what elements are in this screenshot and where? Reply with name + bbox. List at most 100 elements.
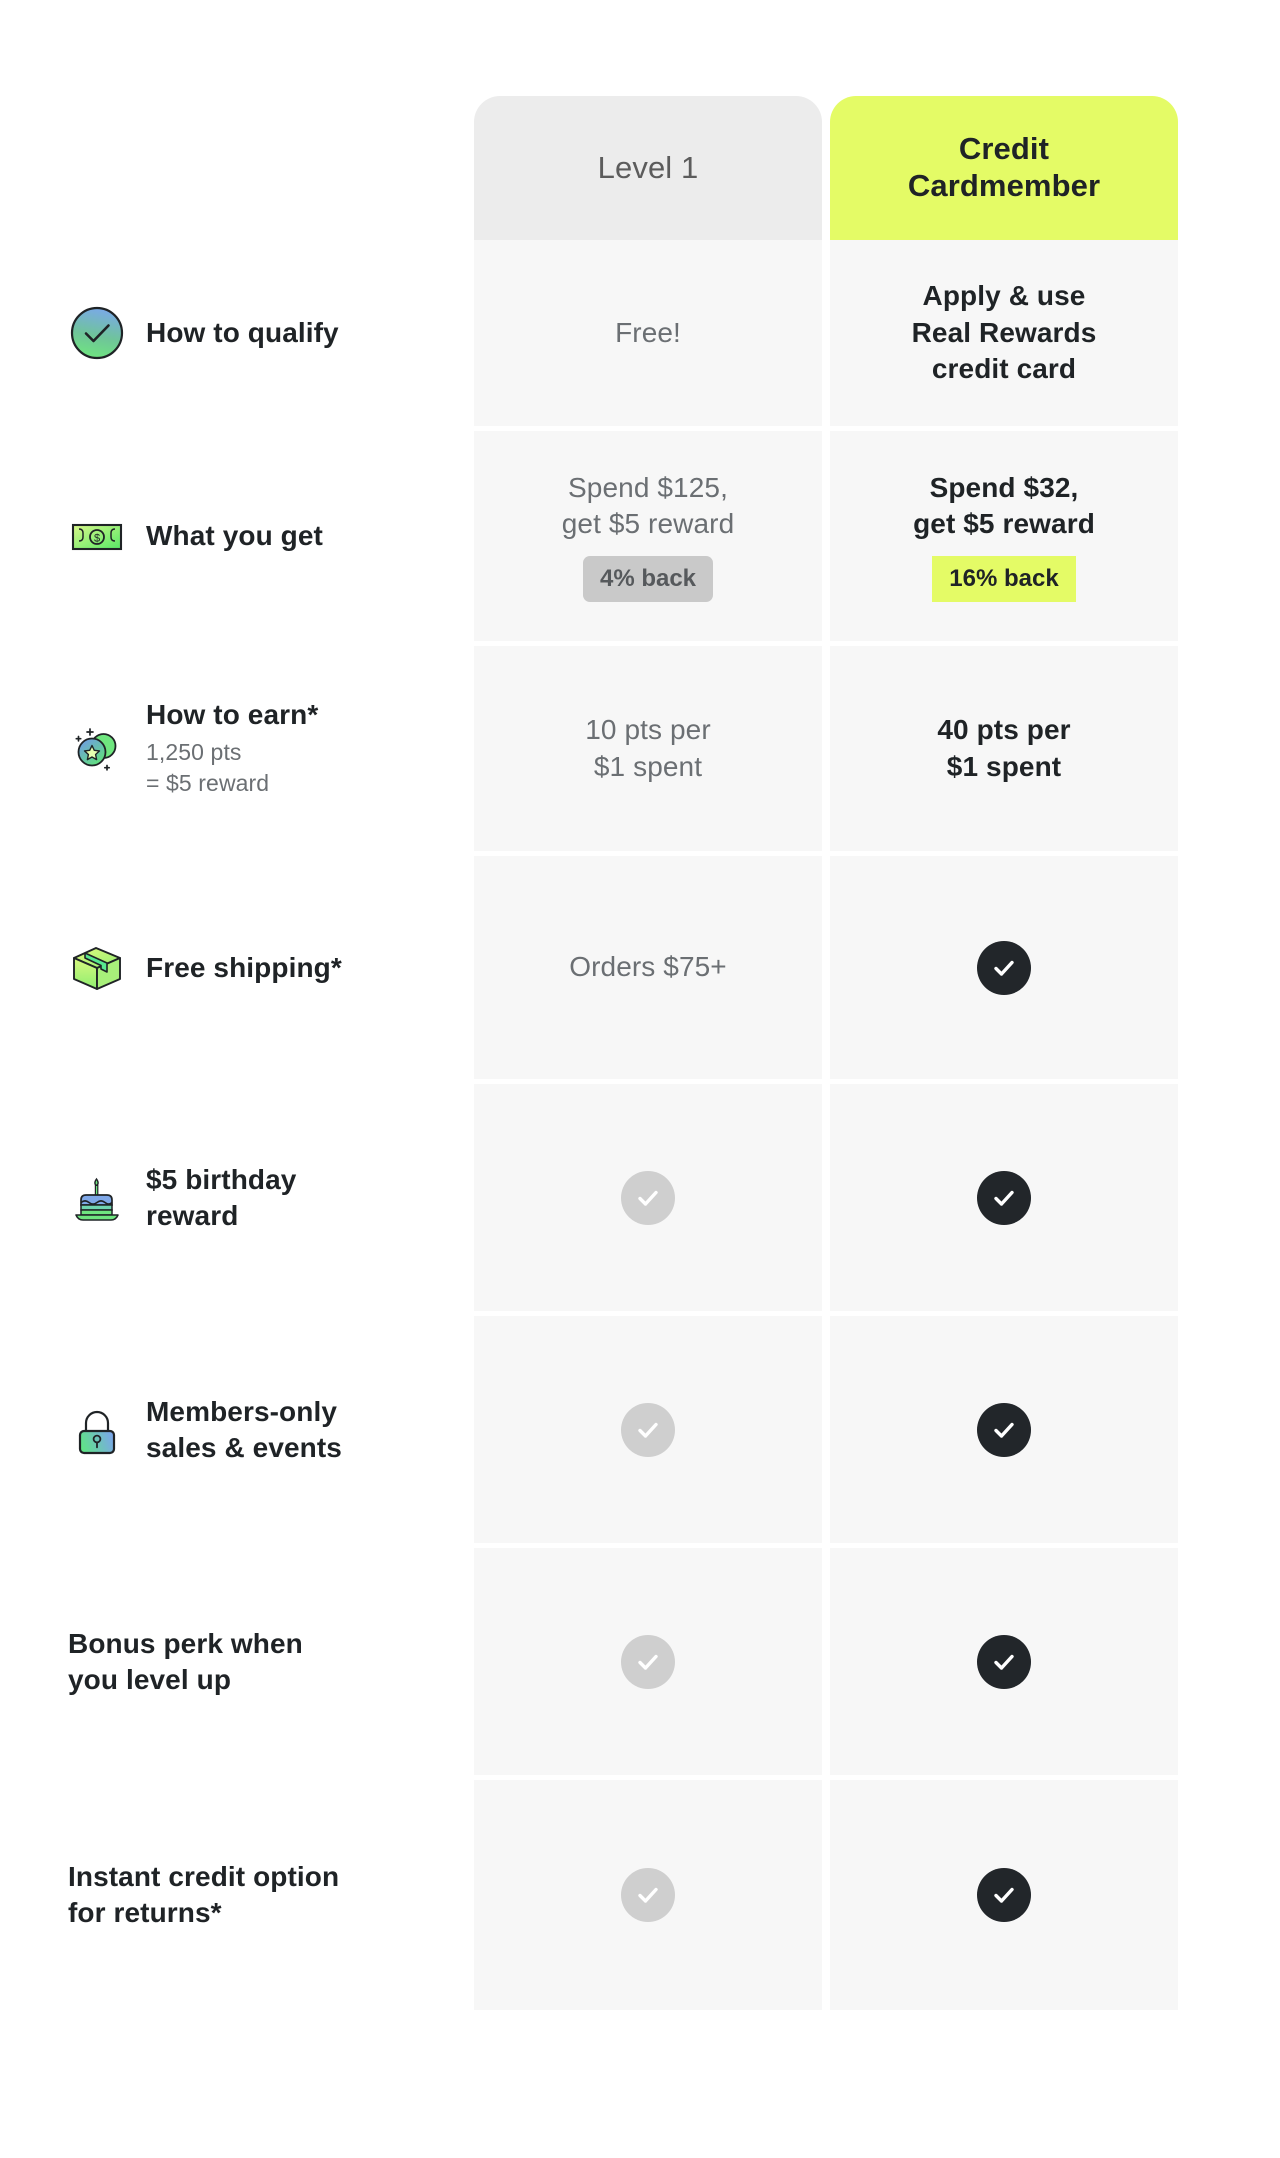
cell-credit-how-to-earn: 40 pts per $1 spent: [830, 646, 1178, 851]
table-row: Free shipping* Orders $75+: [0, 856, 1280, 1079]
cell-value-line1: Apply & use: [922, 280, 1086, 312]
package-box-icon: [68, 939, 126, 997]
row-title-line2: for returns*: [68, 1897, 222, 1928]
cell-level1-how-to-qualify: Free!: [474, 240, 822, 426]
cell-level1-how-to-earn: 10 pts per $1 spent: [474, 646, 822, 851]
table-row: How to qualify Free! Apply & use Real Re…: [0, 240, 1280, 426]
cell-value: Free!: [615, 316, 681, 348]
column-gap: [822, 856, 830, 1079]
row-label-how-to-qualify: How to qualify: [0, 240, 474, 426]
table-row: $5 birthday reward: [0, 1084, 1280, 1311]
cell-level1-free-shipping: Orders $75+: [474, 856, 822, 1079]
cell-value-line1: Spend $125,: [568, 471, 728, 503]
check-icon: [977, 1634, 1031, 1689]
points-star-icon: [68, 720, 126, 778]
column-gap: [822, 1316, 830, 1543]
column-header-level1-label: Level 1: [597, 150, 699, 185]
check-icon: [977, 1402, 1031, 1457]
check-circle-gradient-icon: [68, 304, 126, 362]
column-header-level1[interactable]: Level 1: [474, 96, 822, 240]
column-header-credit-cardmember-label: Credit Cardmember: [908, 131, 1100, 204]
lock-icon: [68, 1401, 126, 1459]
row-title-line2: you level up: [68, 1663, 232, 1695]
table-column-headers: Level 1 Credit Cardmember: [0, 96, 1280, 240]
check-icon: [977, 1868, 1031, 1922]
row-title-line1: Members-only: [146, 1395, 338, 1427]
svg-text:$: $: [94, 533, 100, 545]
row-title-line1: Bonus perk when: [68, 1627, 303, 1659]
row-label-instant-credit: Instant credit option for returns*: [0, 1780, 474, 2010]
cell-value-line1: 10 pts per: [585, 714, 711, 746]
row-label-members-only: Members-only sales & events: [0, 1316, 474, 1543]
cell-level1-birthday-reward: [474, 1084, 822, 1311]
money-bill-icon: $: [68, 507, 126, 565]
badge-percent-back: 16% back: [932, 556, 1076, 603]
row-label-text: Instant credit option for returns*: [68, 1859, 339, 1931]
badge-percent-back: 4% back: [582, 556, 714, 603]
cell-credit-what-you-get: Spend $32, get $5 reward 16% back: [830, 431, 1178, 641]
cell-level1-what-you-get: Spend $125, get $5 reward 4% back: [474, 431, 822, 641]
row-title-line1: $5 birthday: [146, 1163, 297, 1195]
birthday-cake-icon: [68, 1169, 126, 1227]
row-title: Free shipping*: [146, 951, 342, 983]
cell-value-line2: $1 spent: [593, 750, 703, 782]
table-row: $ What you get Spend $125, get $5 reward…: [0, 431, 1280, 641]
table-row: How to earn* 1,250 pts = $5 reward 10 pt…: [0, 646, 1280, 851]
row-label-free-shipping: Free shipping*: [0, 856, 474, 1079]
rewards-comparison-table: Level 1 Credit Cardmember How to qualify…: [0, 0, 1280, 2158]
row-title: How to earn*: [146, 698, 319, 730]
row-label-text: $5 birthday reward: [146, 1162, 296, 1234]
row-title-line1: Instant credit option: [68, 1861, 340, 1893]
table-row: Bonus perk when you level up: [0, 1548, 1280, 1775]
column-header-credit-cardmember[interactable]: Credit Cardmember: [830, 96, 1178, 240]
cell-value-line2: $1 spent: [946, 750, 1062, 782]
cell-value-line2: get $5 reward: [913, 508, 1095, 539]
check-icon: [977, 940, 1031, 995]
column-gap: [822, 1548, 830, 1775]
row-label-bonus-perk: Bonus perk when you level up: [0, 1548, 474, 1775]
cell-value: Orders $75+: [569, 951, 727, 983]
cell-value-line3: credit card: [931, 353, 1077, 385]
check-icon: [621, 1402, 675, 1457]
check-icon: [621, 1634, 675, 1689]
cell-value-line1: Spend $32,: [929, 471, 1079, 503]
table-row: Instant credit option for returns*: [0, 1780, 1280, 2010]
cell-credit-free-shipping: [830, 856, 1178, 1079]
column-gap: [822, 240, 830, 426]
check-icon: [977, 1170, 1031, 1225]
cell-credit-members-only: [830, 1316, 1178, 1543]
cell-level1-instant-credit: [474, 1780, 822, 2010]
row-label-text: Free shipping*: [146, 950, 342, 986]
row-label-birthday-reward: $5 birthday reward: [0, 1084, 474, 1311]
cell-value-line2: get $5 reward: [561, 508, 735, 539]
row-label-text: How to earn* 1,250 pts = $5 reward: [146, 697, 318, 800]
column-gap: [822, 1780, 830, 2010]
credit-header-line2: Cardmember: [907, 168, 1101, 203]
row-subtitle-line2: = $5 reward: [146, 770, 270, 797]
row-label-text: What you get: [146, 518, 323, 554]
column-gap: [822, 646, 830, 851]
column-gap: [822, 1084, 830, 1311]
row-label-text: Bonus perk when you level up: [68, 1626, 303, 1698]
row-label-what-you-get: $ What you get: [0, 431, 474, 641]
row-subtitle-line1: 1,250 pts: [146, 738, 242, 765]
row-title-line2: sales & events: [146, 1431, 342, 1463]
row-label-text: How to qualify: [146, 315, 339, 351]
cell-credit-birthday-reward: [830, 1084, 1178, 1311]
cell-value-line2: Real Rewards: [911, 316, 1097, 348]
table-body: How to qualify Free! Apply & use Real Re…: [0, 240, 1280, 2010]
credit-header-line1: Credit: [958, 131, 1050, 167]
check-icon: [621, 1868, 675, 1922]
row-label-how-to-earn: How to earn* 1,250 pts = $5 reward: [0, 646, 474, 851]
cell-credit-instant-credit: [830, 1780, 1178, 2010]
column-gap: [822, 431, 830, 641]
table-row: Members-only sales & events: [0, 1316, 1280, 1543]
cell-level1-bonus-perk: [474, 1548, 822, 1775]
row-title: What you get: [146, 520, 323, 552]
check-icon: [621, 1170, 675, 1225]
cell-credit-how-to-qualify: Apply & use Real Rewards credit card: [830, 240, 1178, 426]
row-title-line2: reward: [146, 1199, 239, 1231]
cell-credit-bonus-perk: [830, 1548, 1178, 1775]
row-label-text: Members-only sales & events: [146, 1394, 342, 1466]
cell-value-line1: 40 pts per: [937, 714, 1071, 746]
